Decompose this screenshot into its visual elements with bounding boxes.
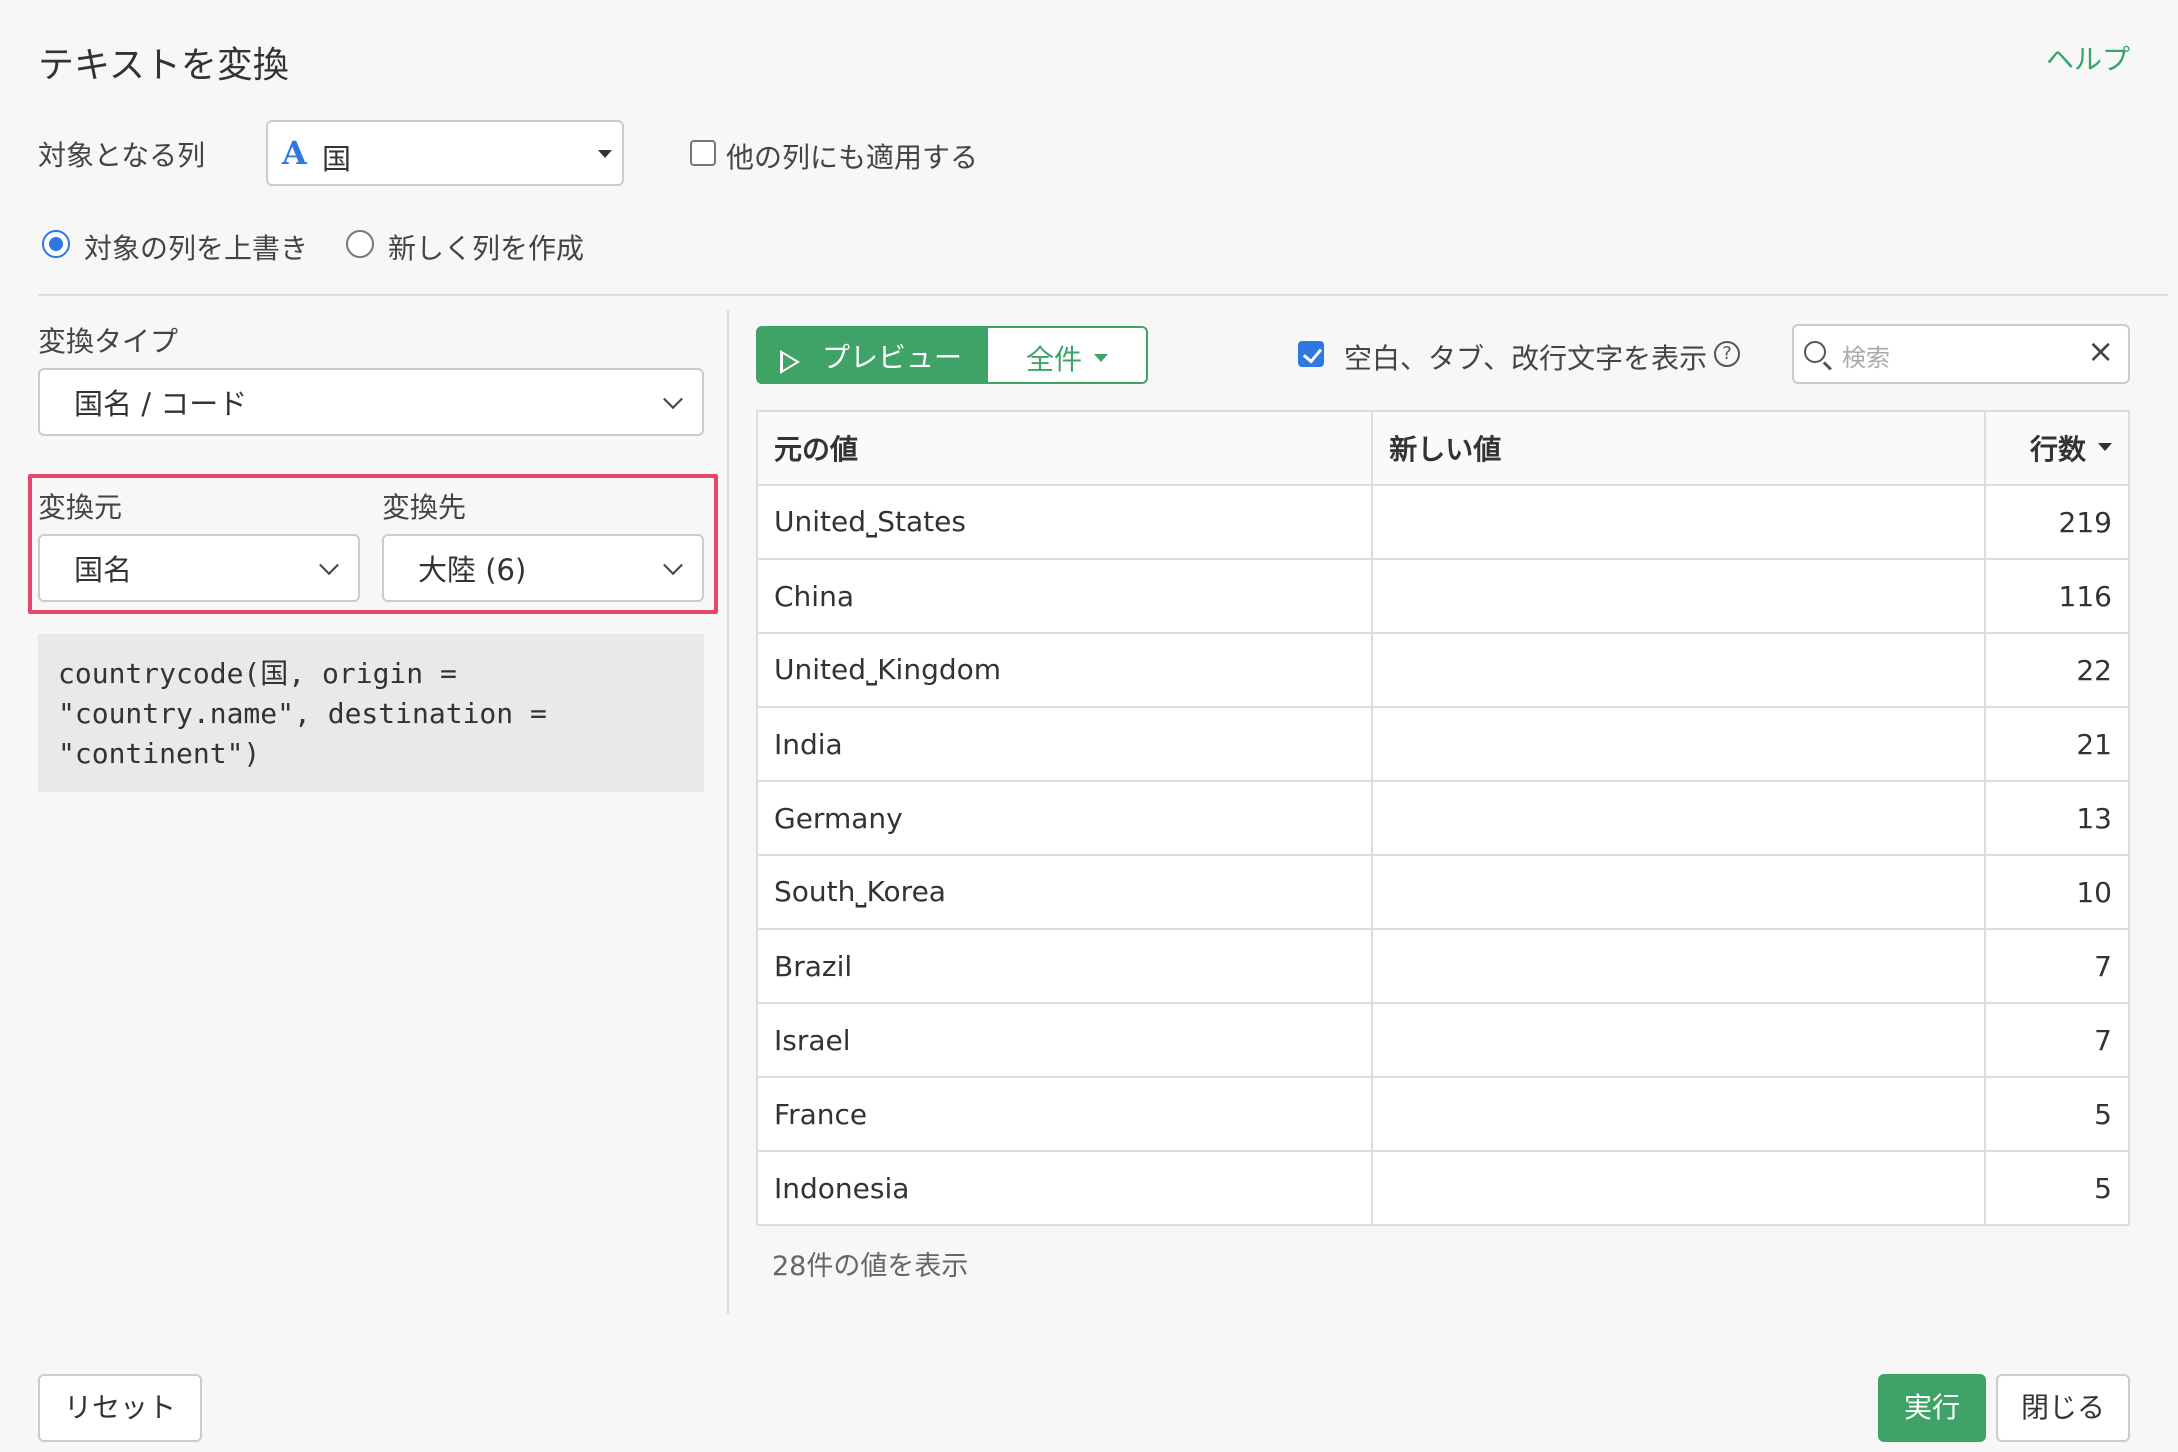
new-value xyxy=(1371,706,1987,782)
new-value xyxy=(1371,558,1987,634)
search-placeholder: 検索 xyxy=(1842,344,1890,372)
new-value xyxy=(1371,632,1987,708)
from-value: 国名 xyxy=(74,553,133,587)
new-value xyxy=(1371,1076,1987,1152)
target-column-select[interactable]: A 国 xyxy=(266,120,624,186)
row-count: 13 xyxy=(1984,780,2130,856)
original-value: Germany xyxy=(755,780,1374,856)
row-count: 219 xyxy=(1984,484,2130,560)
original-value: United⎵States xyxy=(755,484,1374,560)
count-header-label: 行数 xyxy=(2029,433,2086,466)
apply-others-checkbox[interactable] xyxy=(690,140,716,166)
from-label: 変換元 xyxy=(38,491,123,524)
panel-divider xyxy=(727,310,729,1314)
row-count: 10 xyxy=(1984,854,2130,930)
original-value: United⎵Kingdom xyxy=(755,632,1374,708)
new-value xyxy=(1371,928,1987,1004)
new-column-label: 新しく列を作成 xyxy=(388,232,585,265)
to-select[interactable]: 大陸 (6) xyxy=(382,534,704,602)
table-row: Israel 7 xyxy=(755,1002,2130,1078)
play-icon xyxy=(780,350,800,374)
caret-down-icon xyxy=(598,150,612,158)
table-row: China 116 xyxy=(755,558,2130,634)
show-whitespace-label: 空白、タブ、改行文字を表示 xyxy=(1344,342,1708,375)
text-type-icon: A xyxy=(282,134,307,172)
clear-search-icon[interactable]: × xyxy=(2087,332,2114,370)
row-count: 116 xyxy=(1984,558,2130,634)
apply-others-label: 他の列にも適用する xyxy=(726,141,979,174)
column-header-original[interactable]: 元の値 xyxy=(755,410,1374,486)
column-header-count[interactable]: 行数 xyxy=(1984,410,2130,486)
conversion-type-value: 国名 / コード xyxy=(74,387,248,421)
chevron-down-icon xyxy=(663,389,683,410)
original-value: China xyxy=(755,558,1374,634)
preview-button[interactable]: プレビュー xyxy=(756,326,988,384)
close-button[interactable]: 閉じる xyxy=(1996,1374,2130,1442)
target-column-value: 国 xyxy=(322,142,352,176)
column-header-new[interactable]: 新しい値 xyxy=(1371,410,1987,486)
row-count: 5 xyxy=(1984,1150,2130,1226)
all-rows-button[interactable]: 全件 xyxy=(986,326,1148,384)
caret-down-icon xyxy=(1094,354,1108,362)
original-value: South⎵Korea xyxy=(755,854,1374,930)
original-value: France xyxy=(755,1076,1374,1152)
all-rows-label: 全件 xyxy=(1026,343,1083,376)
table-row: Brazil 7 xyxy=(755,928,2130,1004)
sort-caret-icon xyxy=(2098,443,2112,451)
preview-button-label: プレビュー xyxy=(822,341,963,374)
row-count: 21 xyxy=(1984,706,2130,782)
row-count: 5 xyxy=(1984,1076,2130,1152)
table-row: Indonesia 5 xyxy=(755,1150,2130,1226)
value-count-summary: 28件の値を表示 xyxy=(772,1251,969,1282)
help-question-icon[interactable]: ? xyxy=(1714,341,1740,367)
run-button[interactable]: 実行 xyxy=(1878,1374,1986,1442)
to-label: 変換先 xyxy=(382,491,467,524)
overwrite-label: 対象の列を上書き xyxy=(84,232,309,265)
conversion-type-select[interactable]: 国名 / コード xyxy=(38,368,704,436)
new-value xyxy=(1371,854,1987,930)
new-value xyxy=(1371,780,1987,856)
original-value: India xyxy=(755,706,1374,782)
new-value xyxy=(1371,1150,1987,1226)
new-value xyxy=(1371,484,1987,560)
target-column-label: 対象となる列 xyxy=(38,139,206,172)
search-box[interactable]: 検索 × xyxy=(1792,324,2130,384)
table-row: India 21 xyxy=(755,706,2130,782)
table-header-row: 元の値 新しい値 行数 xyxy=(755,410,2130,486)
original-value: Israel xyxy=(755,1002,1374,1078)
chevron-down-icon xyxy=(663,555,683,576)
original-value: Indonesia xyxy=(755,1150,1374,1226)
conversion-type-label: 変換タイプ xyxy=(38,325,179,358)
reset-button[interactable]: リセット xyxy=(38,1374,202,1442)
from-select[interactable]: 国名 xyxy=(38,534,360,602)
table-row: United⎵Kingdom 22 xyxy=(755,632,2130,708)
row-count: 7 xyxy=(1984,928,2130,1004)
row-count: 22 xyxy=(1984,632,2130,708)
help-link[interactable]: ヘルプ xyxy=(2046,38,2130,78)
show-whitespace-checkbox[interactable] xyxy=(1298,341,1324,367)
table-row: South⎵Korea 10 xyxy=(755,854,2130,930)
dialog-title: テキストを変換 xyxy=(38,45,289,86)
chevron-down-icon xyxy=(319,555,339,576)
table-row: United⎵States 219 xyxy=(755,484,2130,560)
overwrite-radio[interactable] xyxy=(42,230,70,258)
table-row: Germany 13 xyxy=(755,780,2130,856)
row-count: 7 xyxy=(1984,1002,2130,1078)
table-row: France 5 xyxy=(755,1076,2130,1152)
preview-table: 元の値 新しい値 行数 United⎵States 219 China 116 Un… xyxy=(755,410,2130,1226)
original-value: Brazil xyxy=(755,928,1374,1004)
new-column-radio[interactable] xyxy=(346,230,374,258)
generated-code: countrycode(国, origin = "country.name", … xyxy=(38,634,704,792)
new-value xyxy=(1371,1002,1987,1078)
to-value: 大陸 (6) xyxy=(418,553,527,587)
divider xyxy=(38,294,2168,296)
search-icon xyxy=(1804,341,1826,363)
